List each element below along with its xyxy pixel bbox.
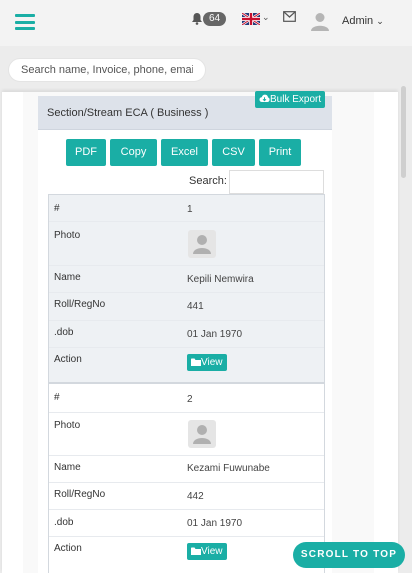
top-bar: 64 ⌄ Admin ⌄ bbox=[0, 0, 412, 46]
global-search[interactable] bbox=[8, 58, 206, 82]
field-row-num: # 2 bbox=[49, 384, 324, 413]
chevron-down-icon: ⌄ bbox=[376, 16, 384, 26]
view-label: View bbox=[201, 357, 223, 368]
record-roll: 442 bbox=[187, 491, 204, 502]
user-name: Admin bbox=[342, 15, 374, 27]
action-cell: View bbox=[187, 354, 227, 371]
bulk-export-button[interactable]: Bulk Export bbox=[255, 91, 326, 108]
record-num: 1 bbox=[187, 204, 193, 215]
cloud-download-icon bbox=[259, 94, 270, 102]
chevron-down-icon[interactable]: ⌄ bbox=[262, 12, 270, 23]
record-dob: 01 Jan 1970 bbox=[187, 329, 243, 340]
field-label: Name bbox=[54, 272, 81, 283]
field-row-dob: .dob 01 Jan 1970 bbox=[49, 510, 324, 537]
bulk-export-label: Bulk Export bbox=[270, 94, 322, 105]
field-label: .dob bbox=[54, 517, 74, 528]
copy-button[interactable]: Copy bbox=[110, 139, 157, 166]
field-row-roll: Roll/RegNo 441 bbox=[49, 293, 324, 321]
record-dob: 01 Jan 1970 bbox=[187, 518, 243, 529]
field-row-name: Name Kepili Nemwira bbox=[49, 266, 324, 293]
field-row-num: # 1 bbox=[49, 195, 324, 222]
person-placeholder-icon bbox=[188, 420, 216, 448]
scroll-to-top-button[interactable]: SCROLL TO TOP bbox=[293, 542, 405, 568]
record-card: # 1 Photo Name Kepili Nemwira Roll/RegNo… bbox=[48, 194, 325, 383]
field-label: Action bbox=[54, 354, 82, 365]
folder-icon bbox=[191, 547, 201, 555]
field-label: Roll/RegNo bbox=[54, 489, 106, 500]
field-label: # bbox=[54, 203, 60, 214]
scrollbar[interactable] bbox=[401, 86, 406, 178]
panel-title: Section/Stream ECA ( Business ) bbox=[47, 107, 209, 119]
field-label: Photo bbox=[54, 420, 81, 431]
record-name: Kezami Fuwunabe bbox=[187, 463, 270, 474]
field-row-photo: Photo bbox=[49, 222, 324, 266]
record-name: Kepili Nemwira bbox=[187, 274, 254, 285]
field-label: Action bbox=[54, 543, 82, 554]
person-placeholder-icon bbox=[188, 230, 216, 258]
field-row-photo: Photo bbox=[49, 413, 324, 456]
mail-icon[interactable] bbox=[283, 11, 296, 22]
view-button[interactable]: View bbox=[187, 354, 227, 371]
view-button[interactable]: View bbox=[187, 543, 227, 560]
bell-icon[interactable] bbox=[191, 12, 203, 25]
field-row-dob: .dob 01 Jan 1970 bbox=[49, 321, 324, 348]
notification-count-badge[interactable]: 64 bbox=[203, 12, 226, 26]
field-label: Photo bbox=[54, 230, 81, 241]
field-row-action: Action View bbox=[49, 537, 324, 573]
view-label: View bbox=[201, 546, 223, 557]
record-card: # 2 Photo Name Kezami Fuwunabe Roll/RegN… bbox=[48, 383, 325, 573]
user-menu[interactable]: Admin ⌄ bbox=[342, 15, 384, 27]
field-label: Name bbox=[54, 462, 81, 473]
field-row-roll: Roll/RegNo 442 bbox=[49, 483, 324, 510]
excel-button[interactable]: Excel bbox=[161, 139, 208, 166]
user-avatar-icon[interactable] bbox=[310, 11, 330, 31]
field-row-action: Action View bbox=[49, 348, 324, 382]
table-search-box[interactable] bbox=[229, 170, 324, 194]
record-roll: 441 bbox=[187, 301, 204, 312]
field-row-name: Name Kezami Fuwunabe bbox=[49, 456, 324, 483]
table-search-input[interactable] bbox=[230, 171, 323, 193]
pdf-button[interactable]: PDF bbox=[66, 139, 106, 166]
table-search-label: Search: bbox=[189, 175, 227, 187]
field-label: .dob bbox=[54, 327, 74, 338]
action-cell: View bbox=[187, 543, 227, 560]
csv-button[interactable]: CSV bbox=[212, 139, 255, 166]
hamburger-icon[interactable] bbox=[15, 14, 35, 30]
print-button[interactable]: Print bbox=[259, 139, 301, 166]
field-label: Roll/RegNo bbox=[54, 299, 106, 310]
global-search-input[interactable] bbox=[9, 59, 205, 81]
uk-flag-icon[interactable] bbox=[242, 13, 260, 25]
folder-icon bbox=[191, 358, 201, 366]
record-num: 2 bbox=[187, 394, 193, 405]
field-label: # bbox=[54, 392, 60, 403]
